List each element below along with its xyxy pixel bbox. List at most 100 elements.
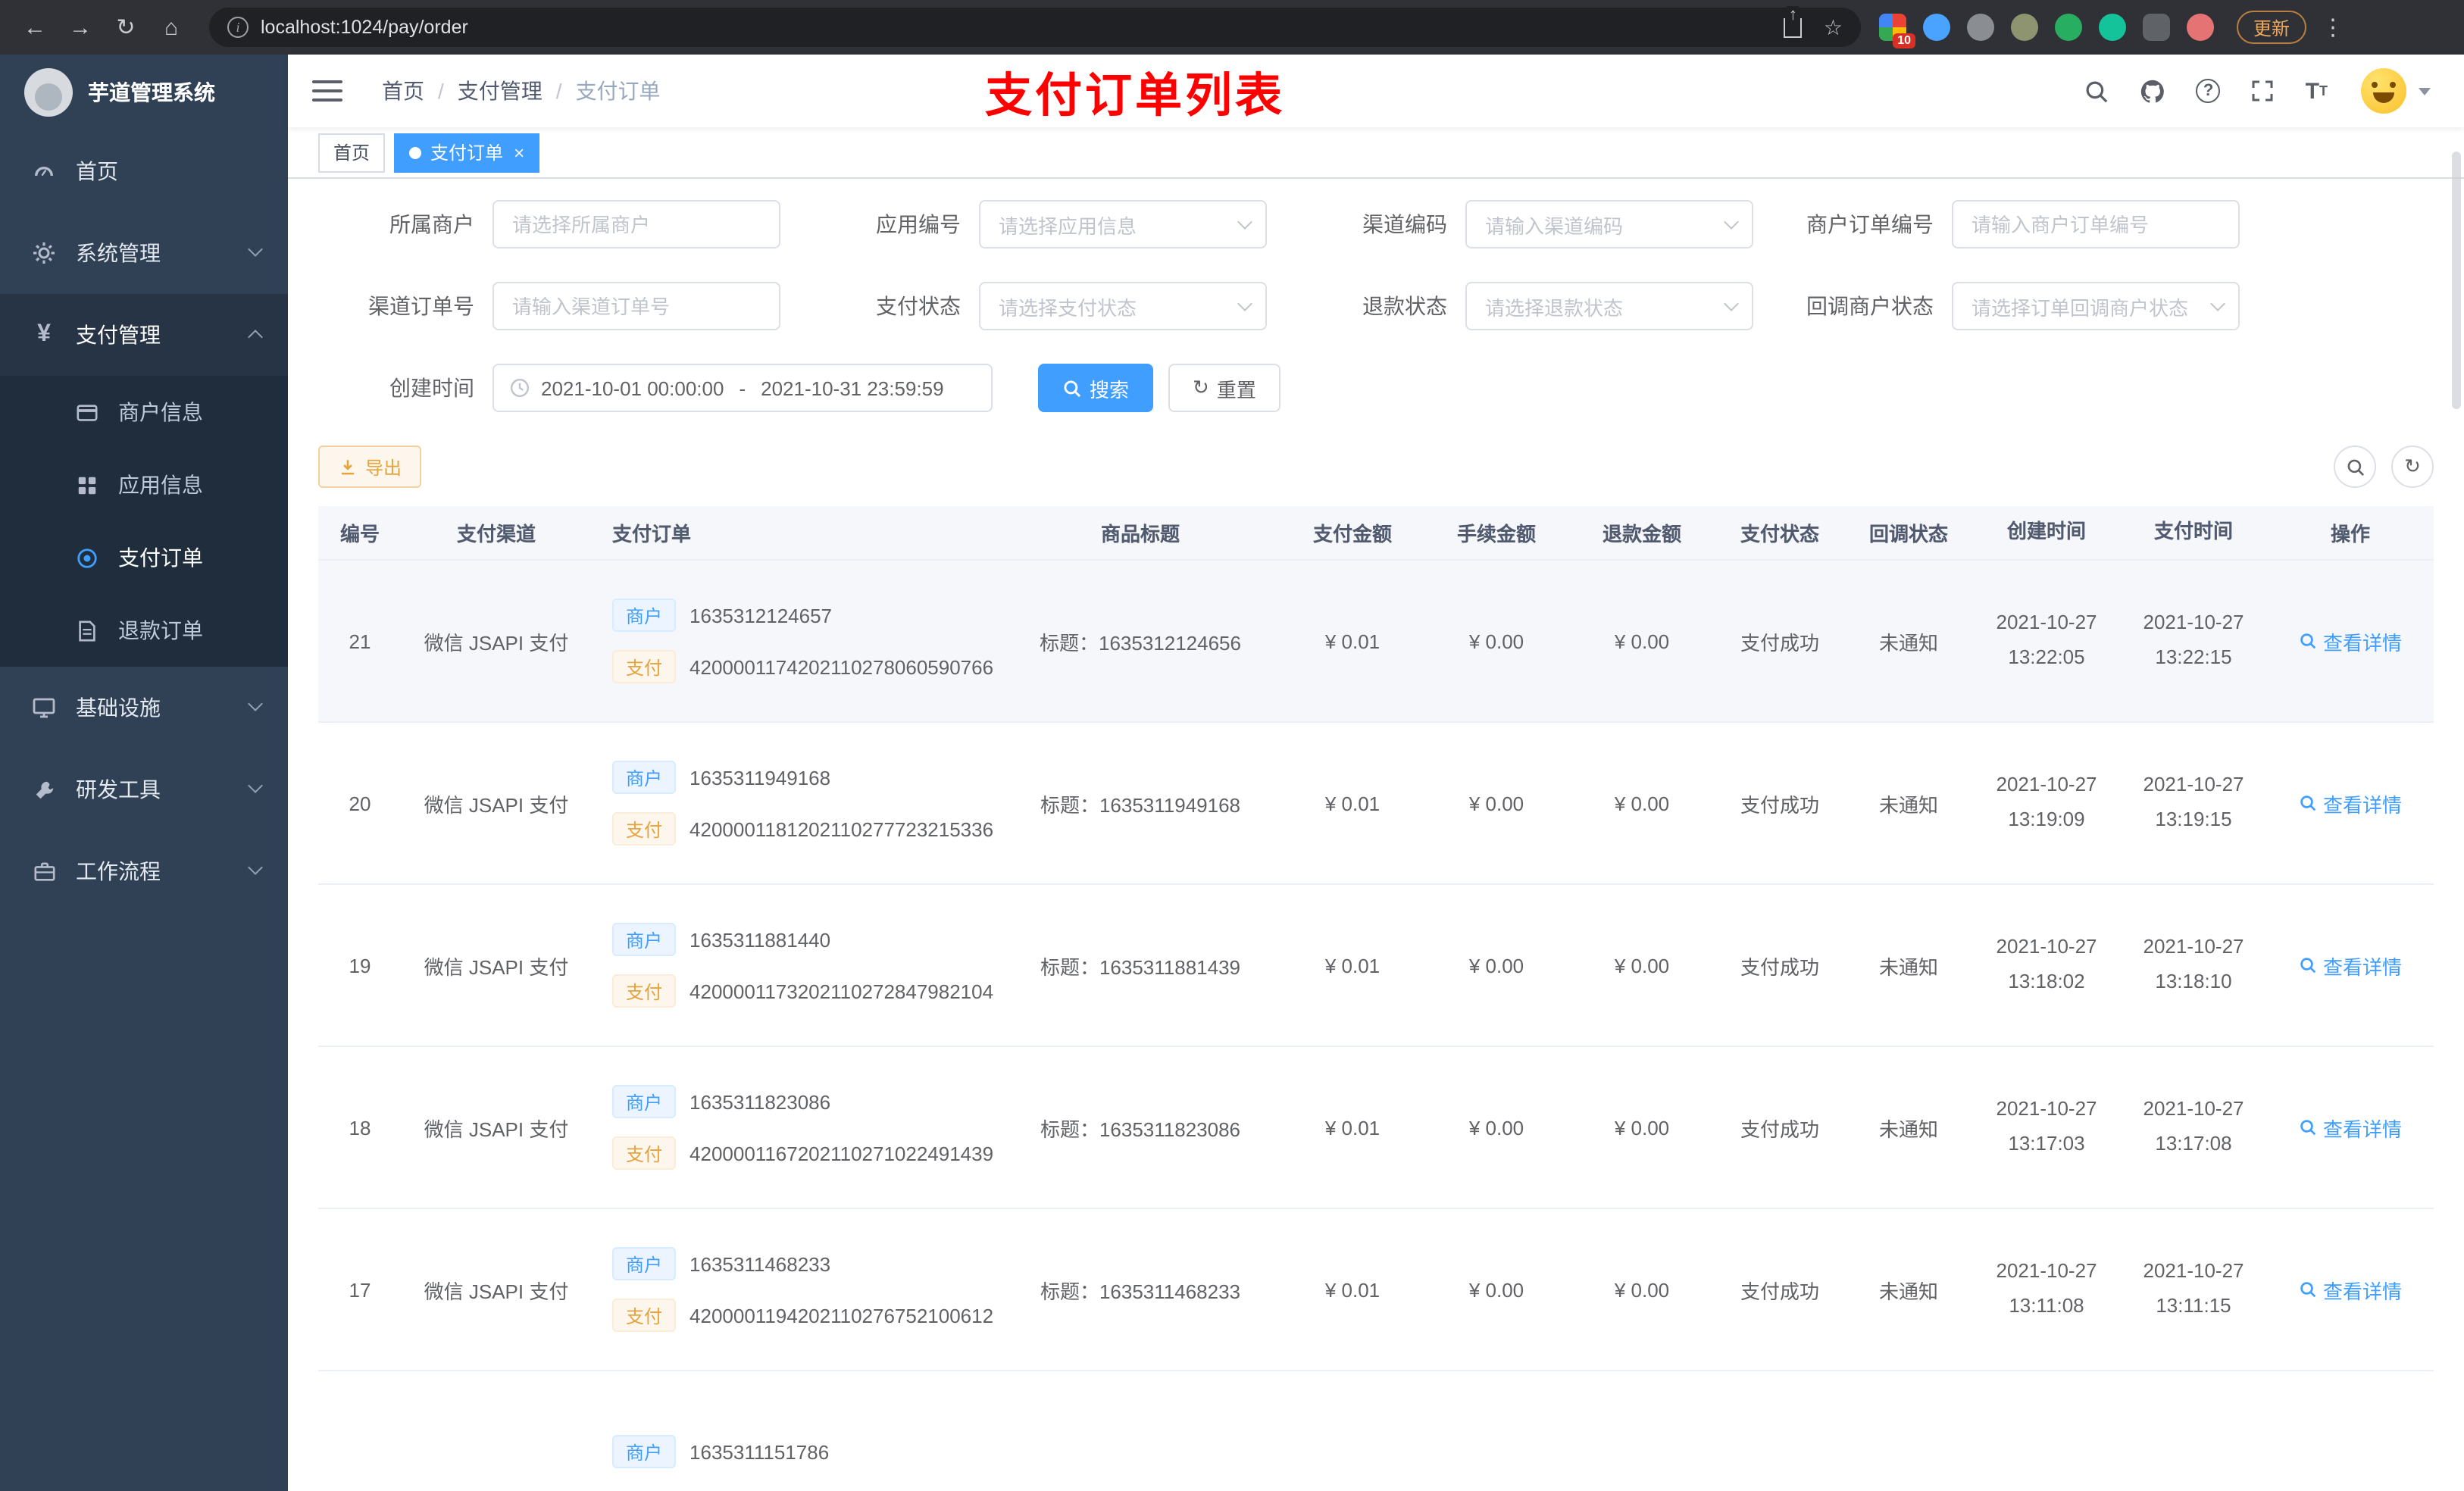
channel-code-select[interactable]: 请输入渠道编码 [1465,200,1753,248]
user-avatar[interactable] [2361,68,2406,114]
tab-pay-order[interactable]: 支付订单 × [394,133,540,172]
back-icon[interactable]: ← [15,8,55,47]
card-icon [73,401,100,424]
sidebar-item-home[interactable]: 首页 [0,130,288,212]
avatar-caret-icon[interactable] [2419,87,2431,95]
active-dot-icon [409,146,422,158]
date-end: 2021-10-31 23:59:59 [761,377,944,399]
sidebar-item-pay-order[interactable]: 支付订单 [0,521,288,594]
target-icon [73,546,100,569]
magnifier-icon [2300,958,2316,974]
filter-label: 创建时间 [389,376,474,400]
sidebar-logo[interactable]: 芋道管理系统 [0,55,288,130]
merchant-order-no-input[interactable] [1952,200,2240,248]
create-time-range-picker[interactable]: 2021-10-01 00:00:00 - 2021-10-31 23:59:5… [492,364,993,412]
tab-home[interactable]: 首页 [318,133,386,172]
forward-icon[interactable]: → [61,8,100,47]
breadcrumb-home[interactable]: 首页 [382,76,424,106]
tab-close-icon[interactable]: × [514,143,524,161]
toggle-search-button[interactable] [2334,445,2376,488]
pay-order-cell: 商户 1635311881440 支付 42000011732021102728… [591,923,1000,1008]
chrome-update-button[interactable]: 更新 [2237,11,2307,44]
filter-label: 所属商户 [389,212,474,236]
export-button[interactable]: 导出 [318,445,422,488]
sidebar-item-label: 系统管理 [76,241,161,265]
pay-tag: 支付 [612,812,677,846]
view-detail-link[interactable]: 查看详情 [2299,789,2402,817]
notify-status-select[interactable]: 请选择订单回调商户状态 [1952,282,2240,330]
order-id-cell: 19 [349,954,371,977]
reset-button[interactable]: ↻ 重置 [1168,364,1280,412]
wrench-icon [30,778,58,801]
breadcrumb-pay[interactable]: 支付管理 [458,76,543,106]
merchant-order-number: 1635311151786 [689,1440,830,1463]
extension-icon-teal[interactable] [2099,14,2126,41]
sidebar-item-merchant-info[interactable]: 商户信息 [0,376,288,449]
action-cell: 查看详情 [2267,951,2434,980]
sidebar-toggle-icon[interactable] [312,80,342,102]
sidebar-item-refund-order[interactable]: 退款订单 [0,594,288,667]
pay-transaction-number: 4200001194202110276752100612 [689,1304,994,1327]
font-size-icon[interactable]: TT [2306,80,2328,102]
merchant-tag: 商户 [612,1435,677,1468]
table-header: 编号 支付渠道 支付订单 商品标题 支付金额 手续金额 退款金额 支付状态 回调… [318,506,2434,561]
help-icon[interactable]: ? [2196,79,2221,103]
sidebar-item-system[interactable]: 系统管理 [0,212,288,294]
pay-time-cell: 2021-10-27 13:19:15 [2143,773,2244,831]
bookmark-star-icon[interactable]: ☆ [1824,14,1843,40]
search-icon[interactable] [2084,78,2110,104]
sidebar-item-devtools[interactable]: 研发工具 [0,749,288,830]
pay-amount-cell: ¥ 0.01 [1324,630,1381,652]
fee-amount-cell: ¥ 0.00 [1468,630,1524,652]
magnifier-icon [2300,1282,2316,1298]
extension-icon-gray[interactable] [1967,14,1994,41]
chevron-up-icon [248,330,263,345]
extension-icon-green[interactable] [2055,14,2082,41]
refund-status-select[interactable]: 请选择退款状态 [1465,282,1753,330]
pay-transaction-number: 4200001173202110272847982104 [689,980,994,1002]
address-bar[interactable]: i localhost:1024/pay/order ☆ [209,5,1861,47]
browser-menu-icon[interactable]: ⋮ [2322,14,2344,41]
app-select[interactable]: 请选择应用信息 [979,200,1267,248]
filter-label: 应用编号 [876,212,961,236]
search-button[interactable]: 搜索 [1038,364,1154,412]
extension-icon-drop[interactable] [1923,14,1950,41]
extension-icon-olive[interactable] [2011,14,2038,41]
view-detail-link[interactable]: 查看详情 [2299,1275,2402,1304]
order-id-cell: 18 [349,1116,371,1139]
refresh-table-button[interactable]: ↻ [2391,445,2434,488]
sidebar-item-workflow[interactable]: 工作流程 [0,830,288,912]
browser-profile-avatar[interactable] [2187,14,2214,41]
product-title-cell: 标题：1635312124656 [1040,631,1241,654]
extension-icon-palette[interactable]: 10 [1879,14,1915,48]
github-icon[interactable] [2140,78,2166,104]
order-id-cell: 20 [349,792,371,814]
magnifier-icon [2300,1120,2316,1136]
pay-amount-cell: ¥ 0.01 [1324,1116,1381,1139]
view-detail-link[interactable]: 查看详情 [2299,1113,2402,1142]
merchant-order-number: 1635311949168 [689,766,831,789]
pay-channel-cell: 微信 JSAPI 支付 [424,955,569,978]
reload-icon[interactable]: ↻ [106,8,145,47]
view-detail-link[interactable]: 查看详情 [2299,627,2402,655]
pay-order-cell: 商户 1635311468233 支付 42000011942021102767… [591,1247,1000,1332]
sidebar-item-infra[interactable]: 基础设施 [0,667,288,749]
share-icon[interactable] [1784,5,1803,37]
channel-order-no-input[interactable] [492,282,780,330]
extension-icon-dark[interactable] [2143,14,2170,41]
pay-amount-cell: ¥ 0.01 [1324,1278,1381,1301]
page-content: 所属商户 应用编号 请选择应用信息 渠道编码 请输入渠道编码 [288,179,2464,1491]
view-detail-link[interactable]: 查看详情 [2299,951,2402,980]
sidebar-item-app-info[interactable]: 应用信息 [0,449,288,521]
table-tools: ↻ [2319,445,2434,488]
site-info-icon[interactable]: i [227,17,249,38]
pay-status-cell: 支付成功 [1740,955,1819,978]
refund-amount-cell: ¥ 0.00 [1614,792,1670,814]
fullscreen-icon[interactable] [2251,79,2275,103]
merchant-input[interactable] [492,200,780,248]
breadcrumb: 首页 / 支付管理 / 支付订单 [382,76,661,106]
scrollbar-thumb[interactable] [2452,152,2461,409]
sidebar-item-payment[interactable]: ¥ 支付管理 [0,294,288,376]
home-icon[interactable]: ⌂ [152,8,191,47]
pay-status-select[interactable]: 请选择支付状态 [979,282,1267,330]
